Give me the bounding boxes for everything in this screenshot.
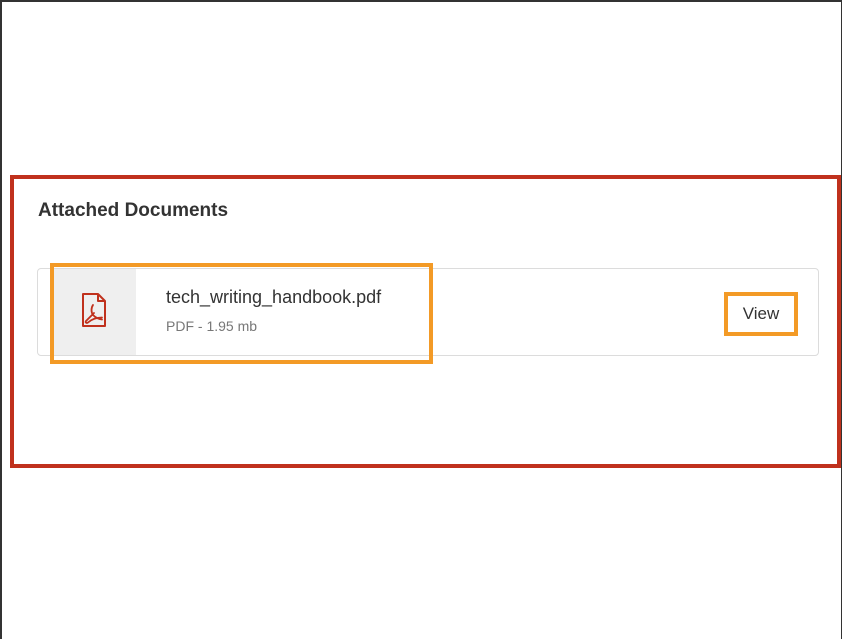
- section-title: Attached Documents: [38, 200, 229, 221]
- document-card[interactable]: tech_writing_handbook.pdf PDF - 1.95 mb: [37, 268, 819, 356]
- pdf-file-icon: [81, 292, 107, 332]
- document-file-name[interactable]: tech_writing_handbook.pdf: [166, 287, 381, 308]
- view-document-button[interactable]: View: [724, 292, 798, 336]
- document-icon-box: [52, 269, 136, 355]
- document-file-meta: PDF - 1.95 mb: [166, 318, 258, 334]
